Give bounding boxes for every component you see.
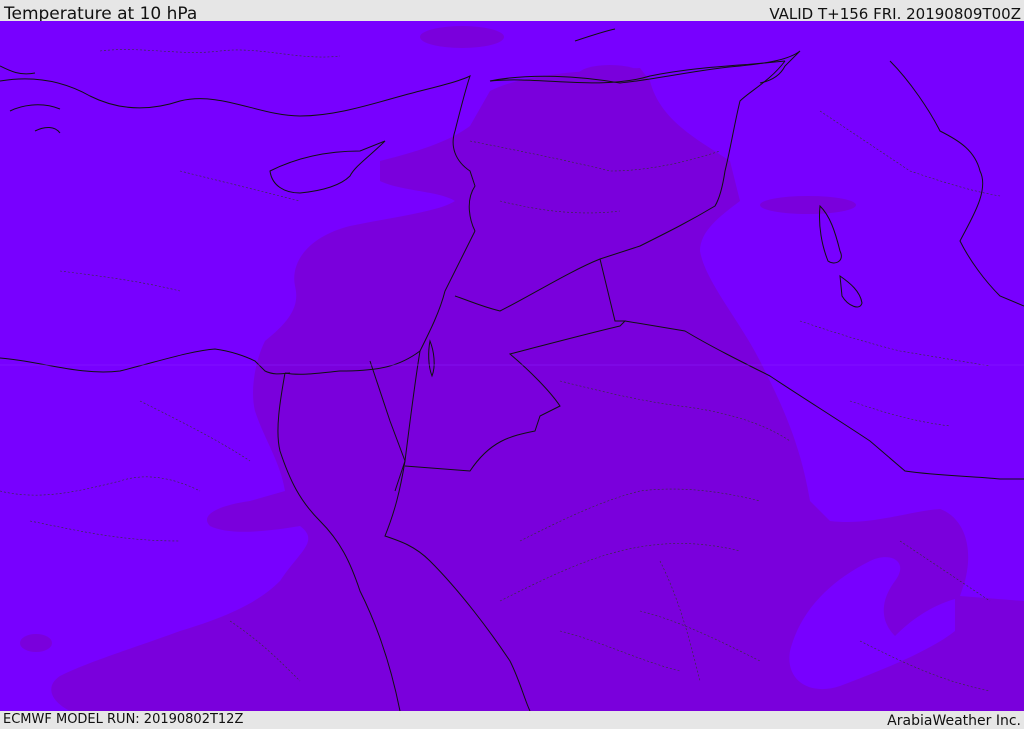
header-bar: Temperature at 10 hPa VALID T+156 FRI. 2…: [0, 0, 1024, 24]
map-svg: [0, 21, 1024, 711]
footer-bar: ECMWF MODEL RUN: 20190802T12Z ArabiaWeat…: [0, 711, 1024, 729]
temperature-pocket-north: [420, 26, 504, 48]
model-run-label: ECMWF MODEL RUN: 20190802T12Z: [3, 712, 244, 727]
credit-label: ArabiaWeather Inc.: [887, 713, 1021, 729]
temperature-pocket-caspian: [760, 196, 856, 214]
map-canvas[interactable]: [0, 21, 1024, 711]
temperature-pocket-west: [20, 634, 52, 652]
